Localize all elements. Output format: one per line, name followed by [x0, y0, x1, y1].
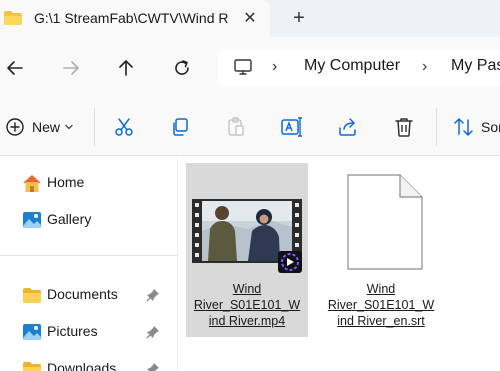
- file-name: Wind River_S01E101_W ind River.mp4: [188, 281, 306, 329]
- copy-icon[interactable]: [168, 115, 192, 139]
- chevron-right-icon[interactable]: ›: [272, 58, 277, 76]
- forward-icon[interactable]: [58, 55, 84, 81]
- file-name-line: ind River_en.srt: [337, 314, 425, 328]
- share-icon[interactable]: [336, 115, 360, 139]
- file-list: Wind River_S01E101_W ind River.mp4 Wind …: [179, 157, 500, 371]
- divider: [436, 108, 437, 146]
- navigation-bar: › My Computer › My Pas: [0, 37, 500, 98]
- pin-icon[interactable]: [146, 362, 160, 371]
- sort-icon[interactable]: [452, 115, 476, 139]
- rename-icon[interactable]: [280, 115, 304, 139]
- pictures-icon: [23, 324, 41, 340]
- up-icon[interactable]: [113, 55, 139, 81]
- navigation-pane: Home Gallery Documents Pictures Download…: [0, 157, 178, 371]
- new-tab-icon[interactable]: +: [288, 7, 310, 29]
- folder-icon: [4, 11, 22, 25]
- breadcrumb-my-computer[interactable]: My Computer: [304, 57, 400, 75]
- divider: [0, 255, 178, 256]
- chevron-down-icon[interactable]: [62, 115, 76, 139]
- file-name-line: ind River.mp4: [208, 314, 286, 328]
- sidebar-item-label: Pictures: [47, 323, 98, 339]
- document-icon: [347, 174, 423, 270]
- new-button[interactable]: New: [32, 119, 60, 135]
- sidebar-item-label: Downloads: [47, 360, 117, 371]
- file-name-line: Wind: [232, 282, 262, 296]
- refresh-icon[interactable]: [169, 55, 195, 81]
- file-name: Wind River_S01E101_W ind River_en.srt: [322, 281, 440, 329]
- video-thumbnail: [192, 199, 302, 273]
- sidebar-item-label: Home: [47, 174, 85, 190]
- back-icon[interactable]: [2, 55, 28, 81]
- paste-icon[interactable]: [224, 115, 248, 139]
- computer-icon: [234, 59, 252, 75]
- close-tab-icon[interactable]: ✕: [240, 8, 260, 28]
- tab-current[interactable]: G:\1 StreamFab\CWTV\Wind R ✕: [0, 0, 270, 37]
- chevron-right-icon[interactable]: ›: [422, 58, 427, 76]
- sidebar-item-gallery[interactable]: Gallery: [0, 204, 178, 236]
- sidebar-item-home[interactable]: Home: [0, 167, 178, 199]
- file-name-line: Wind: [366, 282, 396, 296]
- sidebar-item-label: Documents: [47, 286, 118, 302]
- tab-strip: G:\1 StreamFab\CWTV\Wind R ✕ +: [0, 0, 500, 37]
- sort-button[interactable]: Sort: [481, 119, 500, 135]
- folder-icon: [23, 288, 41, 303]
- sidebar-item-documents[interactable]: Documents: [0, 279, 178, 311]
- file-item-video[interactable]: Wind River_S01E101_W ind River.mp4: [186, 163, 308, 337]
- file-name-line: River_S01E101_W: [193, 298, 301, 312]
- command-bar: New Sort: [0, 98, 500, 156]
- delete-icon[interactable]: [392, 115, 416, 139]
- sidebar-item-downloads[interactable]: Downloads: [0, 353, 178, 371]
- divider: [94, 108, 95, 146]
- cut-icon[interactable]: [112, 115, 136, 139]
- sidebar-item-label: Gallery: [47, 211, 92, 227]
- pin-icon[interactable]: [146, 288, 160, 302]
- address-bar[interactable]: › My Computer › My Pas: [218, 49, 500, 87]
- sidebar-item-pictures[interactable]: Pictures: [0, 316, 178, 348]
- breadcrumb-my-pas[interactable]: My Pas: [451, 57, 500, 75]
- pin-icon[interactable]: [146, 325, 160, 339]
- gallery-icon: [23, 212, 41, 228]
- tab-title: G:\1 StreamFab\CWTV\Wind R: [34, 10, 229, 26]
- file-name-line: River_S01E101_W: [327, 298, 435, 312]
- new-plus-icon[interactable]: [3, 115, 27, 139]
- home-icon: [23, 175, 41, 192]
- file-item-subtitle[interactable]: Wind River_S01E101_W ind River_en.srt: [320, 163, 442, 337]
- folder-icon: [23, 362, 41, 371]
